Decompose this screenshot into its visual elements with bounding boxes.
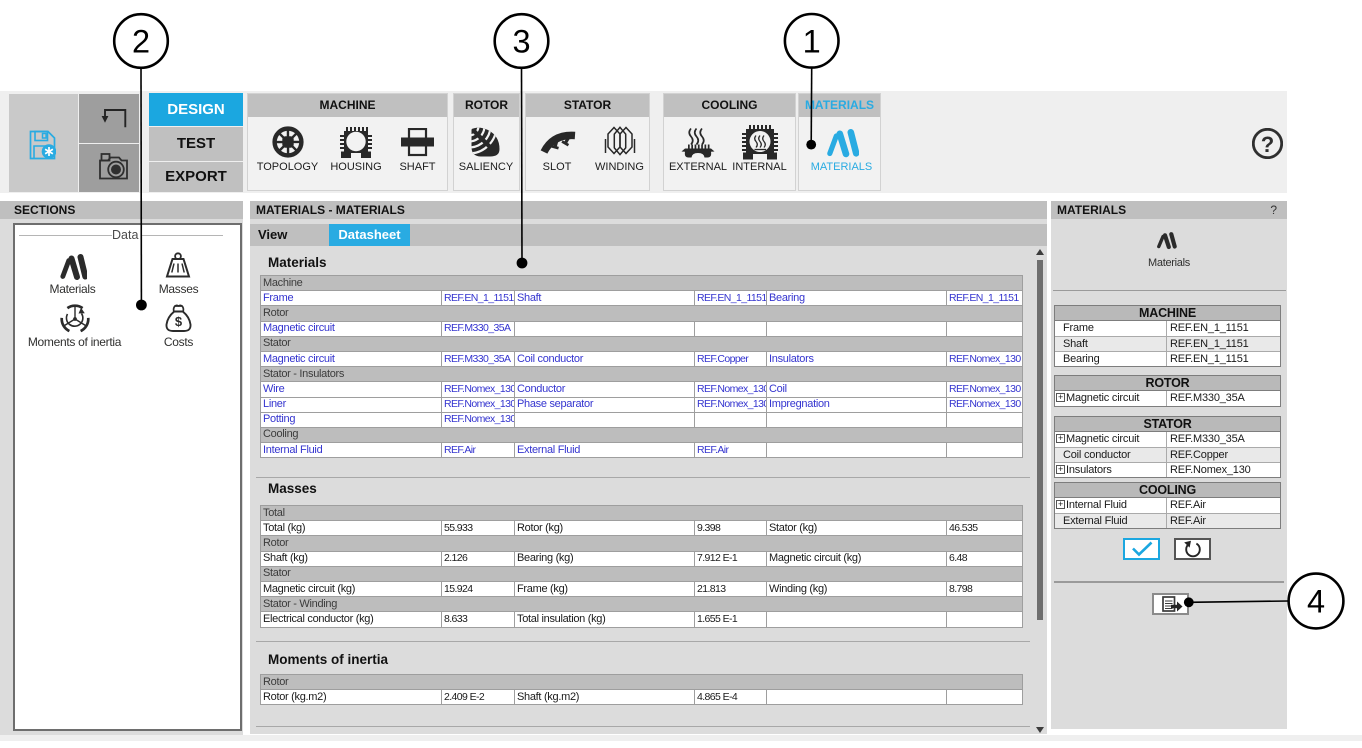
svg-text:2: 2 <box>132 24 150 60</box>
svg-text:4: 4 <box>1307 584 1325 620</box>
svg-text:3: 3 <box>512 24 530 60</box>
svg-text:1: 1 <box>803 23 821 59</box>
